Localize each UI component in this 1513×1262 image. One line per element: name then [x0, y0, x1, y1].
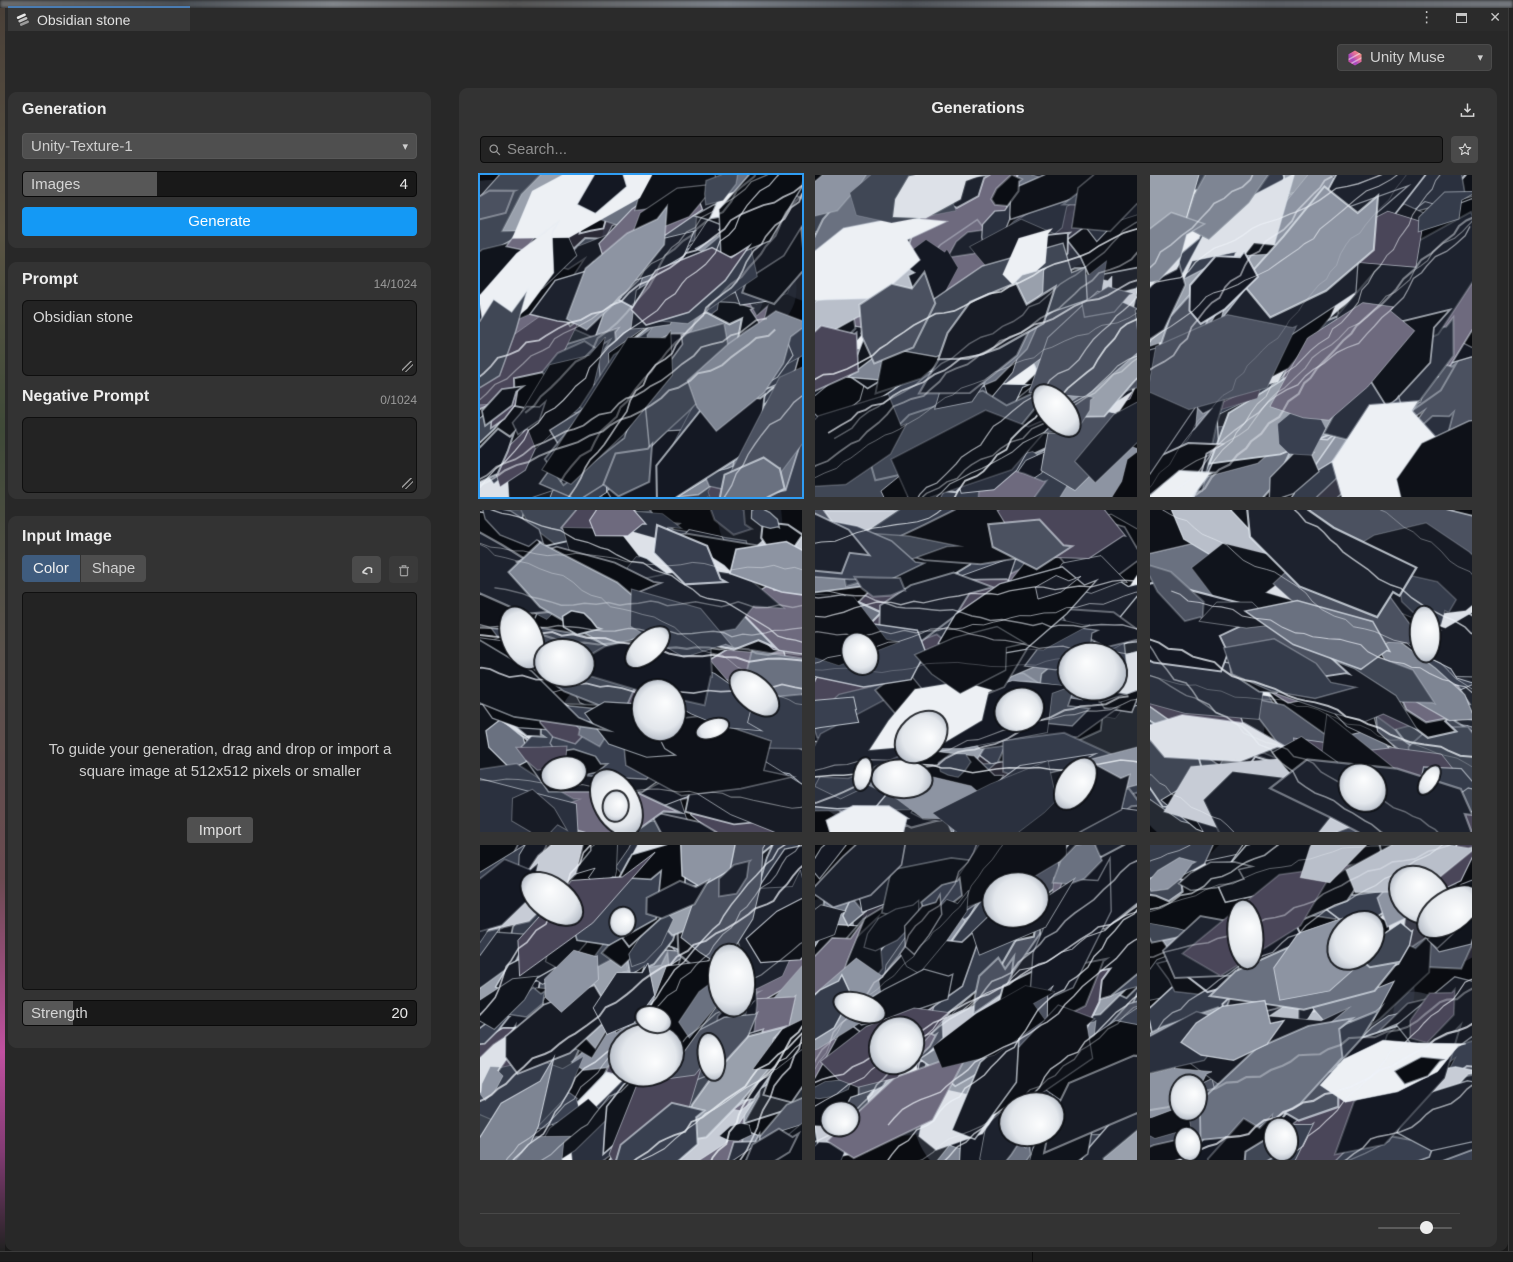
undo-button[interactable] [352, 556, 381, 583]
negative-prompt-input[interactable] [22, 417, 417, 493]
generated-texture-image [1150, 845, 1472, 1160]
delete-button[interactable] [389, 556, 418, 583]
generation-tile-8[interactable] [815, 845, 1137, 1160]
model-dropdown-value: Unity-Texture-1 [31, 138, 133, 155]
prompt-input[interactable]: Obsidian stone [22, 300, 417, 376]
trash-icon [395, 561, 413, 579]
editor-bottom-strip [0, 1251, 1513, 1261]
resize-grip-icon[interactable] [402, 478, 413, 489]
input-image-section: Input Image Color Shape To guide your ge… [8, 516, 431, 1048]
muse-button-label: Unity Muse [1370, 49, 1445, 66]
generation-section: Generation Unity-Texture-1 ▾ Images 4 Ge… [8, 92, 431, 248]
tab-title: Obsidian stone [37, 12, 130, 28]
window-menu-icon[interactable]: ⋮ [1419, 11, 1434, 25]
image-drop-area[interactable]: To guide your generation, drag and drop … [22, 592, 417, 990]
strength-slider-value: 20 [391, 1005, 408, 1022]
generation-tile-7[interactable] [480, 845, 802, 1160]
generate-button-label: Generate [188, 213, 251, 230]
prompt-char-counter: 14/1024 [374, 277, 417, 291]
generate-button[interactable]: Generate [22, 207, 417, 236]
download-button[interactable] [1451, 95, 1483, 125]
drop-area-hint: To guide your generation, drag and drop … [35, 739, 405, 783]
panel-footer-divider [480, 1213, 1460, 1214]
generation-tile-2[interactable] [815, 175, 1137, 497]
images-slider-value: 4 [400, 176, 408, 193]
strength-slider[interactable]: Strength 20 [22, 1000, 417, 1026]
favorites-filter-button[interactable] [1451, 136, 1478, 163]
images-slider-label: Images [31, 176, 80, 193]
generation-tile-3[interactable] [1150, 175, 1472, 497]
generations-panel: Generations [459, 88, 1497, 1247]
tab-shape[interactable]: Shape [81, 555, 146, 582]
prompt-title: Prompt [22, 271, 78, 289]
negative-prompt-char-counter: 0/1024 [380, 393, 417, 407]
generation-tile-9[interactable] [1150, 845, 1472, 1160]
generated-texture-image [480, 175, 802, 497]
prompt-section: Prompt 14/1024 Obsidian stone Negative P… [8, 262, 431, 499]
generation-tile-5[interactable] [815, 510, 1137, 832]
import-button[interactable]: Import [187, 817, 253, 843]
images-slider[interactable]: Images 4 [22, 171, 417, 197]
download-icon [1457, 100, 1478, 121]
generation-title: Generation [22, 101, 106, 119]
generated-texture-image [1150, 510, 1472, 832]
unity-muse-dropdown-button[interactable]: Unity Muse ▾ [1337, 44, 1492, 71]
generated-texture-image [1150, 175, 1472, 497]
window-controls: ⋮ ✕ [1419, 9, 1501, 26]
strength-slider-label: Strength [31, 1005, 88, 1022]
generations-title: Generations [459, 100, 1497, 118]
search-bar[interactable] [480, 136, 1443, 163]
chevron-down-icon: ▾ [1477, 51, 1483, 64]
thumbnail-size-slider[interactable] [1378, 1227, 1452, 1229]
thumbnail-size-slider-thumb[interactable] [1420, 1221, 1433, 1234]
background-scene-right [1508, 8, 1513, 1251]
close-icon[interactable]: ✕ [1489, 9, 1501, 26]
muse-hexagon-icon [1346, 49, 1364, 67]
tab-color[interactable]: Color [22, 555, 80, 582]
negative-prompt-title: Negative Prompt [22, 388, 149, 406]
generated-texture-image [480, 845, 802, 1160]
generated-texture-image [815, 845, 1137, 1160]
generated-texture-image [480, 510, 802, 832]
input-image-title: Input Image [22, 528, 112, 546]
undo-icon [358, 561, 376, 579]
star-icon [1456, 141, 1474, 159]
import-button-label: Import [199, 822, 242, 839]
search-input[interactable] [507, 141, 1435, 158]
muse-tab-icon [15, 12, 31, 28]
generated-texture-image [815, 175, 1137, 497]
model-dropdown[interactable]: Unity-Texture-1 ▾ [22, 133, 417, 159]
generation-tile-6[interactable] [1150, 510, 1472, 832]
input-image-mode-tabs: Color Shape [22, 555, 146, 582]
background-scene-top [0, 0, 1513, 8]
tab-bar [5, 8, 1508, 31]
chevron-down-icon: ▾ [402, 140, 408, 153]
resize-grip-icon[interactable] [402, 361, 413, 372]
search-icon [488, 143, 502, 157]
maximize-icon[interactable] [1456, 13, 1467, 23]
generation-tile-4[interactable] [480, 510, 802, 832]
generation-tile-1[interactable] [480, 175, 802, 497]
tab-obsidian-stone[interactable]: Obsidian stone [8, 6, 190, 31]
generated-texture-image [815, 510, 1137, 832]
